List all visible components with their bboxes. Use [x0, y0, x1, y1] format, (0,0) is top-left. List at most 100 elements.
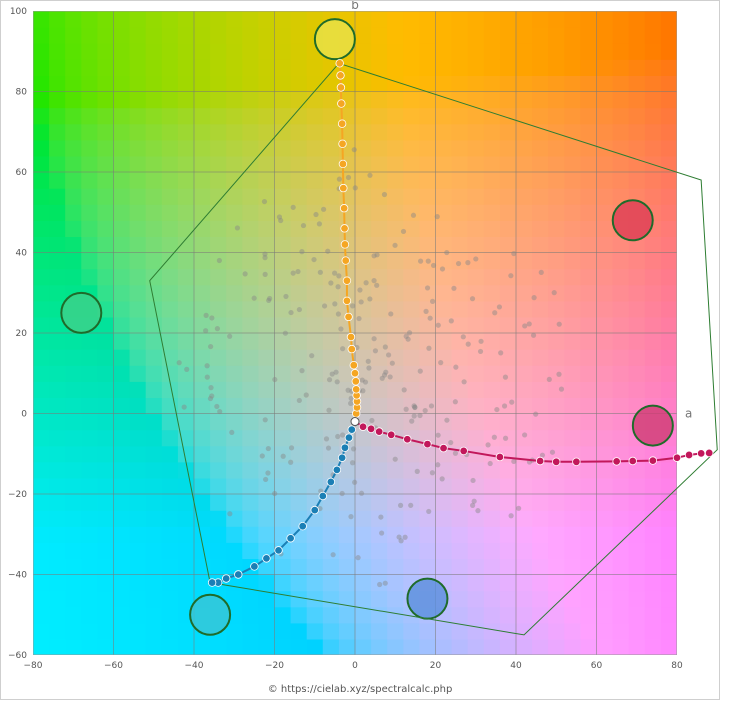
lab-color-cell: [33, 204, 50, 221]
lab-color-cell: [226, 252, 243, 270]
lab-color-cell: [306, 365, 324, 382]
lab-color-cell: [660, 107, 677, 125]
lab-color-cell: [194, 188, 211, 205]
scatter-dot: [365, 358, 371, 364]
lab-color-cell: [596, 220, 614, 237]
lab-color-cell: [371, 155, 388, 173]
lab-color-cell: [65, 526, 82, 543]
lab-color-cell: [97, 91, 115, 109]
series-b-positive-point: [350, 369, 360, 378]
lab-color-cell: [532, 526, 549, 543]
lab-color-cell: [274, 204, 292, 221]
lab-color-cell: [435, 510, 453, 527]
y-tick-label: 100: [10, 7, 27, 17]
lab-color-cell: [129, 300, 147, 318]
lab-color-cell: [435, 284, 453, 302]
series-b-positive-point: [346, 332, 356, 342]
lab-color-cell: [242, 75, 259, 93]
lab-color-cell: [290, 590, 308, 608]
lab-color-cell: [451, 188, 469, 205]
lab-color-cell: [49, 606, 66, 624]
lab-color-cell: [258, 494, 276, 511]
lab-color-cell: [532, 606, 549, 624]
scatter-dot: [439, 266, 446, 272]
scatter-dot: [266, 297, 272, 304]
lab-color-cell: [580, 429, 598, 447]
lab-color-cell: [145, 236, 163, 254]
lab-color-cell: [548, 107, 565, 125]
lab-color-cell: [258, 526, 276, 543]
lab-color-cell: [65, 558, 82, 576]
lab-color-cell: [548, 139, 565, 157]
lab-color-cell: [435, 59, 453, 76]
lab-color-cell: [499, 204, 517, 221]
lab-color-cell: [660, 526, 677, 543]
scatter-dot: [282, 330, 288, 336]
lab-color-cell: [355, 461, 372, 479]
y-tick-label: 40: [16, 249, 28, 259]
lab-color-cell: [403, 43, 420, 60]
scatter-dot: [465, 341, 471, 347]
lab-color-cell: [612, 333, 630, 350]
lab-color-cell: [612, 349, 630, 366]
lab-color-cell: [226, 477, 243, 495]
scatter-dot: [526, 321, 532, 327]
lab-color-cell: [355, 638, 372, 655]
lab-color-cell: [81, 268, 98, 286]
lab-color-cell: [467, 365, 485, 382]
lab-color-cell: [113, 397, 131, 415]
lab-color-cell: [644, 365, 662, 382]
lab-color-cell: [129, 11, 147, 28]
series-b-positive-point: [352, 385, 361, 394]
lab-color-cell: [274, 11, 292, 28]
lab-color-cell: [660, 333, 677, 350]
lab-color-cell: [355, 590, 372, 608]
lab-color-cell: [226, 381, 243, 398]
lab-color-cell: [33, 397, 50, 415]
lab-color-cell: [81, 590, 98, 608]
series-b-negative-point: [347, 425, 356, 434]
lab-color-cell: [532, 349, 549, 366]
lab-color-cell: [596, 429, 614, 447]
lab-color-cell: [435, 542, 453, 559]
lab-color-cell: [194, 477, 211, 495]
lab-color-cell: [532, 477, 549, 495]
lab-color-cell: [499, 172, 517, 189]
lab-color-cell: [580, 316, 598, 334]
lab-color-cell: [355, 494, 372, 511]
lab-color-cell: [129, 188, 147, 205]
lab-color-cell: [644, 59, 662, 76]
lab-color-cell: [435, 139, 453, 157]
lab-color-cell: [65, 606, 82, 624]
lab-color-cell: [338, 574, 356, 592]
lab-color-cell: [371, 11, 388, 28]
lab-color-cell: [306, 188, 324, 205]
lab-color-cell: [97, 123, 115, 141]
lab-color-cell: [97, 622, 115, 640]
lab-color-cell: [548, 220, 565, 237]
lab-color-cell: [129, 461, 147, 479]
reference-circle: [631, 404, 674, 447]
lab-color-cell: [194, 107, 211, 125]
lab-color-cell: [226, 429, 243, 447]
lab-color-cell: [242, 107, 259, 125]
lab-color-cell: [435, 91, 453, 109]
lab-color-cell: [644, 622, 662, 640]
lab-color-cell: [242, 268, 259, 286]
lab-color-cell: [194, 413, 211, 431]
lab-color-cell: [387, 220, 404, 237]
lab-color-cell: [129, 606, 147, 624]
lab-color-cell: [371, 107, 388, 125]
lab-color-cell: [33, 606, 50, 624]
lab-color-cell: [226, 494, 243, 511]
lab-color-cell: [483, 381, 501, 398]
lab-color-cell: [194, 27, 211, 44]
lab-color-cell: [435, 27, 453, 44]
lab-color-cell: [612, 413, 630, 431]
lab-color-cell: [226, 349, 243, 366]
lab-color-cell: [194, 236, 211, 254]
lab-color-cell: [210, 638, 227, 655]
lab-color-cell: [564, 188, 581, 205]
lab-color-cell: [451, 172, 469, 189]
lab-color-cell: [628, 542, 646, 559]
